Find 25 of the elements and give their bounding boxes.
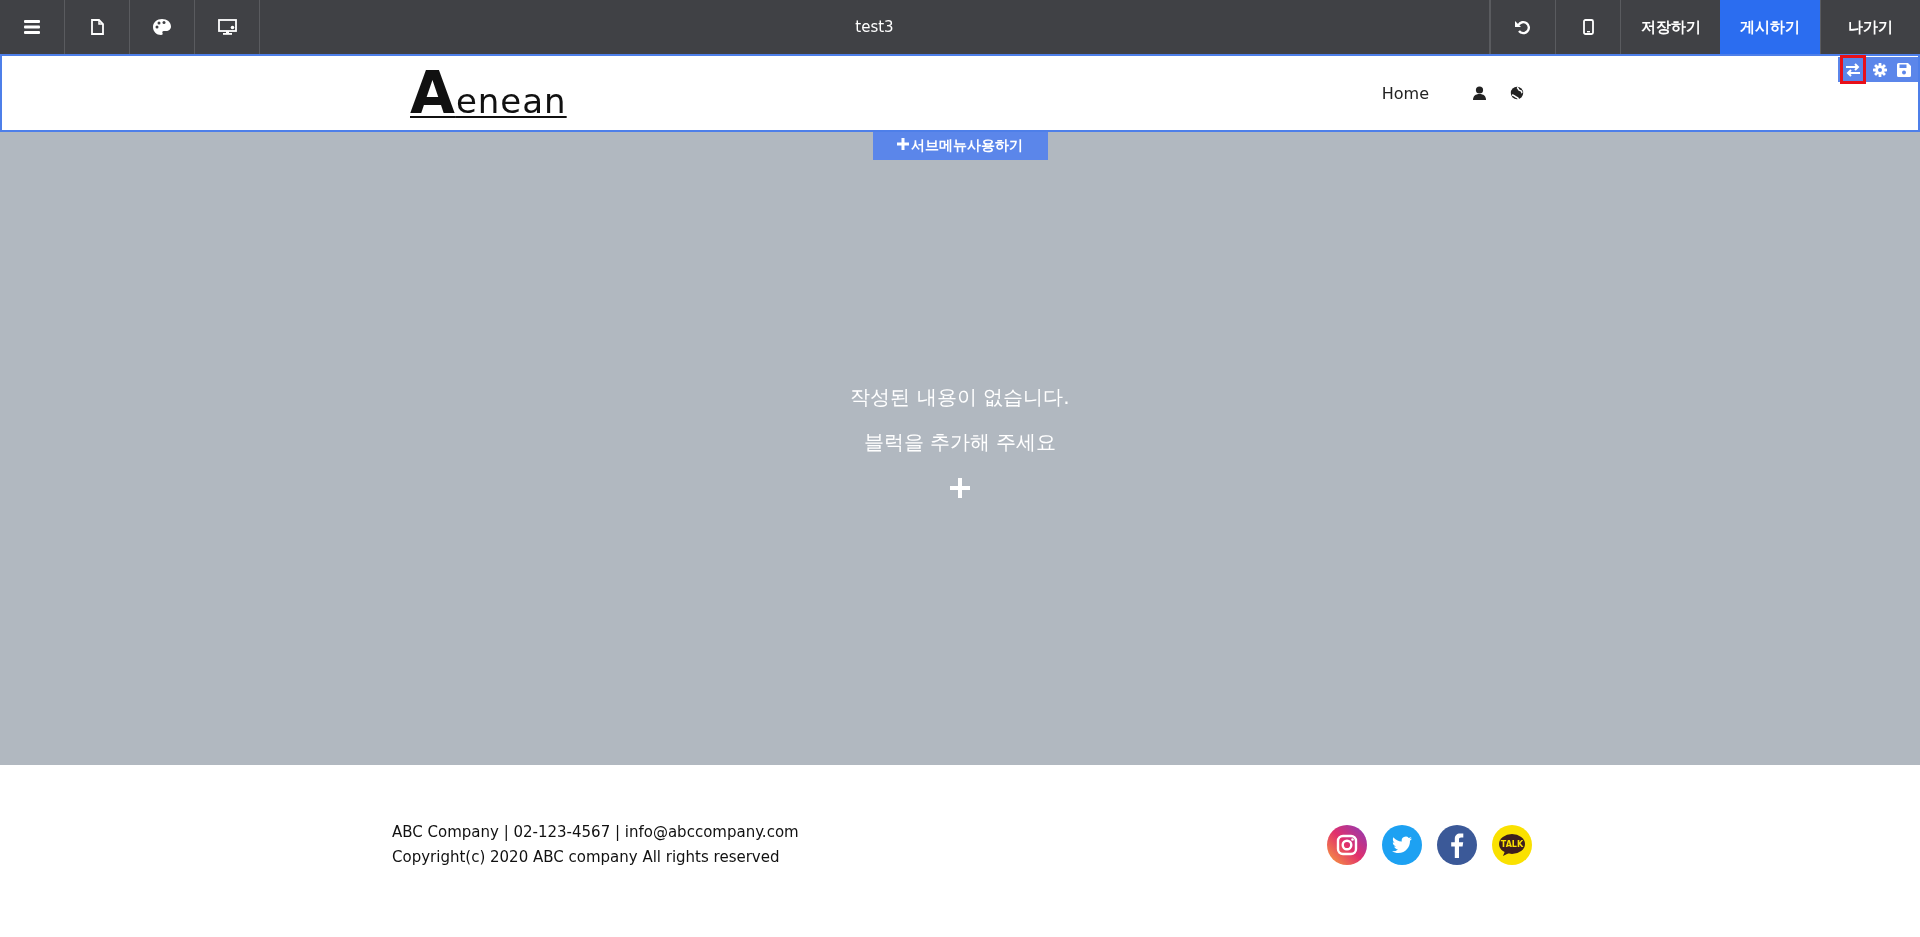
instagram-icon[interactable] [1327,825,1367,865]
menu-icon [24,20,40,34]
twitter-icon[interactable] [1382,825,1422,865]
plus-icon [950,477,970,498]
kakaotalk-icon[interactable]: TALK [1492,825,1532,865]
settings-icon [1873,62,1887,77]
swap-icon [1845,62,1861,77]
undo-icon [1515,19,1531,35]
user-icon[interactable] [1473,86,1486,100]
footer-text: Copyright(c) 2020 ABC company All rights reserved [392,847,781,868]
publish-button[interactable]: 게시하기 [1720,0,1820,54]
facebook-icon[interactable] [1437,825,1477,865]
document-icon [90,19,104,35]
mobile-icon [1582,19,1594,35]
empty-message: 블럭을 추가해 주세요 [863,428,1057,456]
footer-text: ABC Company | 02-123-4567 | info@abccompany.com [392,822,800,843]
nav-link[interactable]: Home [1381,83,1429,103]
site-logo[interactable]: Aenean [410,64,567,122]
palette-icon [153,19,171,35]
plus-icon [897,138,909,150]
empty-message: 작성된 내용이 없습니다. [850,383,1070,411]
desktop-icon [217,19,237,35]
document-title: test3 [855,18,894,36]
swap-button[interactable] [1840,55,1866,84]
save-icon [1897,62,1911,77]
